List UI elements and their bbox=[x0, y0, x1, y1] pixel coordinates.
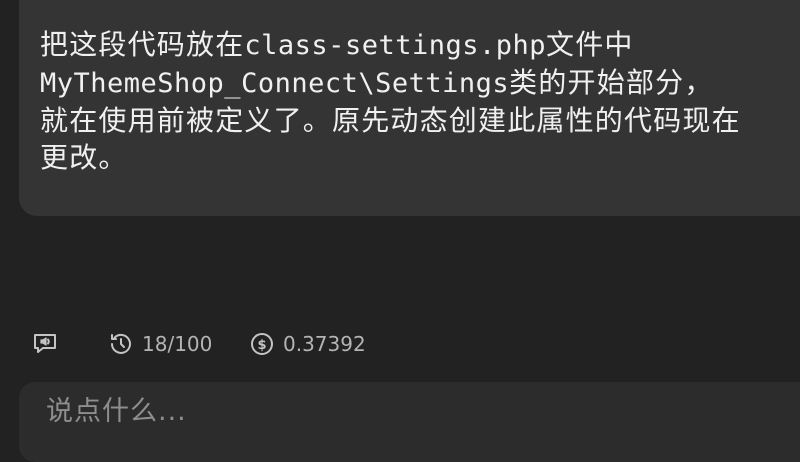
inline-code: MyThemeShop_Connect\Settings bbox=[40, 68, 510, 99]
assistant-message-bubble: 把这段代码放在class-settings.php文件中 MyThemeShop… bbox=[19, 0, 800, 216]
speech-button[interactable] bbox=[32, 326, 58, 362]
message-line-4: 更改。 bbox=[40, 141, 128, 174]
speech-bubble-icon bbox=[32, 332, 58, 356]
message-text: 文件中 bbox=[546, 28, 634, 61]
message-stats-bar: 18/100 $ 0.37392 bbox=[0, 326, 800, 362]
cost-stat: $ 0.37392 bbox=[249, 326, 366, 362]
svg-text:$: $ bbox=[257, 338, 266, 353]
inline-code: class-settings.php bbox=[244, 30, 547, 61]
cost-value: 0.37392 bbox=[283, 332, 366, 356]
message-input[interactable] bbox=[46, 396, 786, 427]
message-text: 类的开始部分， bbox=[509, 66, 714, 99]
message-line-2: MyThemeShop_Connect\Settings类的开始部分， bbox=[40, 64, 800, 102]
chat-input-box[interactable] bbox=[19, 382, 800, 462]
message-text: 把这段代码放在 bbox=[40, 28, 245, 61]
chat-area: 把这段代码放在class-settings.php文件中 MyThemeShop… bbox=[0, 0, 800, 300]
message-line-1: 把这段代码放在class-settings.php文件中 bbox=[40, 26, 800, 64]
history-icon bbox=[108, 331, 134, 357]
message-line-3: 就在使用前被定义了。原先动态创建此属性的代码现在 bbox=[40, 104, 741, 137]
rounds-count: 18/100 bbox=[142, 332, 213, 356]
dollar-icon: $ bbox=[249, 331, 275, 357]
rounds-stat: 18/100 bbox=[108, 326, 212, 362]
